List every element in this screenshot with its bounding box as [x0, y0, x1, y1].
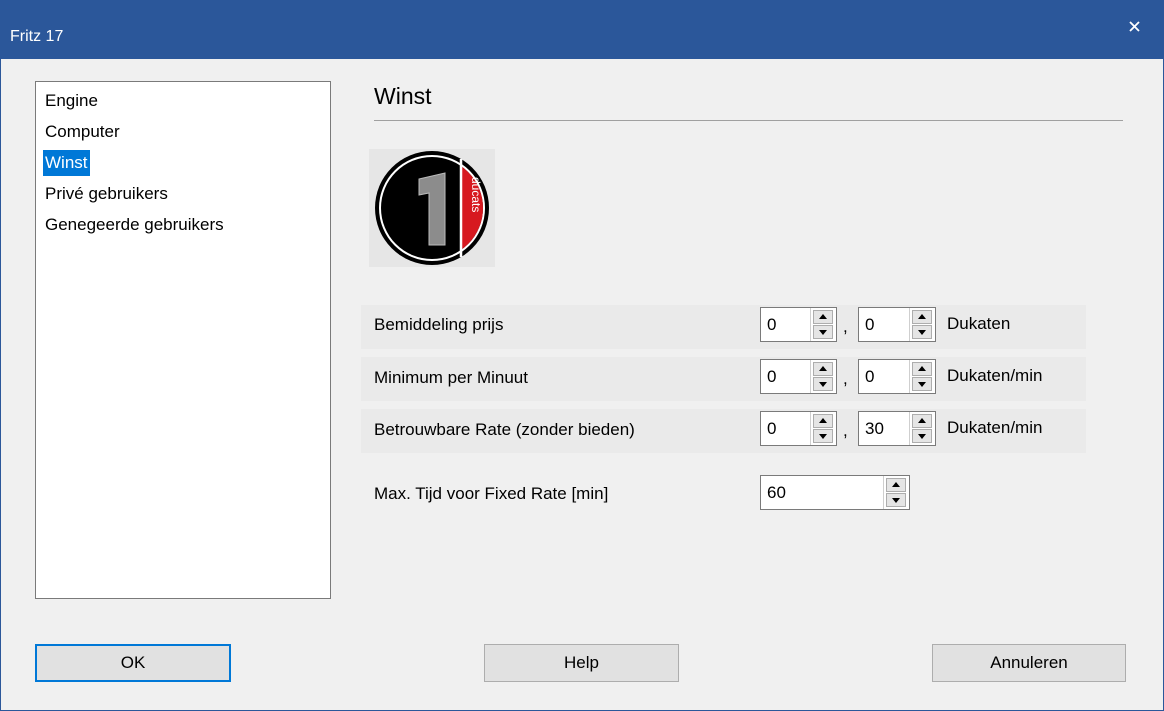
down-arrow-icon — [918, 434, 926, 439]
spinner-buttons — [810, 308, 836, 341]
spinner-value: 60 — [767, 483, 786, 502]
down-arrow-icon — [819, 330, 827, 335]
down-arrow-icon — [918, 382, 926, 387]
spin-down-button[interactable] — [912, 377, 932, 391]
minimum-per-minute-whole-spinner[interactable]: 0 — [760, 359, 837, 394]
decimal-separator: , — [843, 421, 848, 440]
up-arrow-icon — [819, 366, 827, 371]
nav-item-prive-gebruikers[interactable]: Privé gebruikers — [43, 181, 170, 207]
broker-price-unit: Dukaten — [947, 314, 1011, 333]
spin-down-button[interactable] — [912, 325, 932, 339]
decimal-separator: , — [843, 369, 848, 388]
spin-up-button[interactable] — [813, 414, 833, 428]
spinner-buttons — [810, 360, 836, 393]
spinner-value: 0 — [767, 419, 777, 438]
reliable-rate-label: Betrouwbare Rate (zonder bieden) — [374, 420, 635, 439]
spinner-value: 0 — [767, 315, 777, 334]
settings-dialog: Fritz 17 Engine Computer Winst Privé geb… — [0, 0, 1164, 711]
reliable-rate-whole-spinner[interactable]: 0 — [760, 411, 837, 446]
broker-price-label: Bemiddeling prijs — [374, 315, 504, 334]
spin-up-button[interactable] — [912, 362, 932, 376]
spinner-value: 0 — [767, 367, 777, 386]
down-arrow-icon — [819, 382, 827, 387]
spin-down-button[interactable] — [886, 493, 906, 507]
spin-up-button[interactable] — [813, 362, 833, 376]
up-arrow-icon — [892, 482, 900, 487]
up-arrow-icon — [918, 366, 926, 371]
spin-up-button[interactable] — [886, 478, 906, 492]
broker-price-whole-spinner[interactable]: 0 — [760, 307, 837, 342]
minimum-per-minute-unit: Dukaten/min — [947, 366, 1043, 385]
minimum-per-minute-label: Minimum per Minuut — [374, 368, 528, 387]
spinner-buttons — [909, 308, 935, 341]
nav-item-engine[interactable]: Engine — [43, 88, 100, 114]
minimum-per-minute-fraction-spinner[interactable]: 0 — [858, 359, 936, 394]
title-divider — [374, 120, 1123, 121]
spinner-buttons — [810, 412, 836, 445]
spin-up-button[interactable] — [912, 310, 932, 324]
up-arrow-icon — [819, 418, 827, 423]
category-list[interactable]: Engine Computer Winst Privé gebruikers G… — [35, 81, 331, 599]
down-arrow-icon — [819, 434, 827, 439]
window-title: Fritz 17 — [10, 28, 64, 45]
spinner-buttons — [883, 476, 909, 509]
reliable-rate-unit: Dukaten/min — [947, 418, 1043, 437]
spinner-value: 0 — [865, 315, 875, 334]
cancel-button[interactable]: Annuleren — [932, 644, 1126, 682]
up-arrow-icon — [918, 418, 926, 423]
logo-text: ducats — [469, 177, 483, 212]
max-time-spinner[interactable]: 60 — [760, 475, 910, 510]
page-title: Winst — [374, 83, 432, 109]
up-arrow-icon — [918, 314, 926, 319]
spin-down-button[interactable] — [813, 429, 833, 443]
title-bar[interactable]: Fritz 17 — [1, 1, 1163, 59]
nav-item-computer[interactable]: Computer — [43, 119, 122, 145]
ducats-coin-icon: ducats — [375, 151, 489, 265]
down-arrow-icon — [918, 330, 926, 335]
reliable-rate-fraction-spinner[interactable]: 30 — [858, 411, 936, 446]
max-time-label: Max. Tijd voor Fixed Rate [min] — [374, 484, 609, 503]
close-button[interactable] — [1103, 1, 1163, 51]
spin-up-button[interactable] — [912, 414, 932, 428]
decimal-separator: , — [843, 317, 848, 336]
spin-up-button[interactable] — [813, 310, 833, 324]
spin-down-button[interactable] — [912, 429, 932, 443]
spinner-value: 30 — [865, 419, 884, 438]
spin-down-button[interactable] — [813, 325, 833, 339]
spinner-buttons — [909, 412, 935, 445]
ducats-logo: ducats — [369, 149, 495, 267]
nav-item-winst[interactable]: Winst — [43, 150, 90, 176]
nav-item-genegeerde-gebruikers[interactable]: Genegeerde gebruikers — [43, 212, 226, 238]
help-button[interactable]: Help — [484, 644, 679, 682]
close-icon — [1129, 21, 1140, 32]
spinner-buttons — [909, 360, 935, 393]
broker-price-fraction-spinner[interactable]: 0 — [858, 307, 936, 342]
down-arrow-icon — [892, 498, 900, 503]
spin-down-button[interactable] — [813, 377, 833, 391]
ok-button[interactable]: OK — [35, 644, 231, 682]
spinner-value: 0 — [865, 367, 875, 386]
up-arrow-icon — [819, 314, 827, 319]
